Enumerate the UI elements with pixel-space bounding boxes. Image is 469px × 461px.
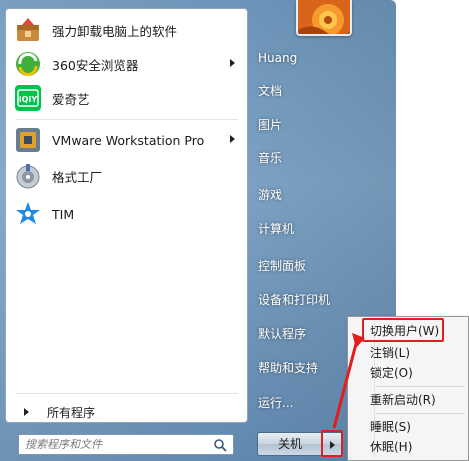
format-factory-icon xyxy=(12,160,44,192)
program-label: 360安全浏览器 xyxy=(52,57,139,73)
link-computer[interactable]: 计算机 xyxy=(258,219,294,239)
link-pictures[interactable]: 图片 xyxy=(258,115,282,135)
program-label: 强力卸载电脑上的软件 xyxy=(52,23,178,39)
annotation-box-shutdown-arrow xyxy=(321,430,343,457)
all-programs-button[interactable]: 所有程序 xyxy=(10,401,243,423)
separator xyxy=(16,119,238,120)
search-icon[interactable] xyxy=(213,438,227,452)
program-label: VMware Workstation Pro xyxy=(52,132,205,148)
menu-item-hibernate[interactable]: 休眠(H) xyxy=(370,437,412,457)
link-control-panel[interactable]: 控制面板 xyxy=(258,256,306,276)
program-label: 爱奇艺 xyxy=(52,91,90,107)
shutdown-button[interactable]: 关机 xyxy=(257,432,323,456)
menu-separator xyxy=(376,386,465,387)
tim-icon xyxy=(12,198,44,230)
submenu-arrow-icon[interactable] xyxy=(230,135,235,143)
link-default-programs[interactable]: 默认程序 xyxy=(258,324,306,344)
svg-text:iQIY: iQIY xyxy=(19,95,38,104)
search-input[interactable] xyxy=(25,435,213,454)
program-label: 格式工厂 xyxy=(52,169,103,185)
link-games[interactable]: 游戏 xyxy=(258,185,282,205)
link-help-support[interactable]: 帮助和支持 xyxy=(258,358,318,378)
all-programs-label: 所有程序 xyxy=(47,405,96,420)
link-devices-printers[interactable]: 设备和打印机 xyxy=(258,290,330,310)
link-music[interactable]: 音乐 xyxy=(258,148,282,168)
link-run[interactable]: 运行... xyxy=(258,393,293,413)
menu-item-log-off[interactable]: 注销(L) xyxy=(370,343,410,363)
submenu-arrow-icon[interactable] xyxy=(230,59,235,67)
flower-picture-icon xyxy=(298,0,350,34)
link-documents[interactable]: 文档 xyxy=(258,81,282,101)
menu-item-sleep[interactable]: 睡眠(S) xyxy=(370,417,411,437)
program-label: TIM xyxy=(52,206,75,222)
search-box[interactable] xyxy=(18,434,234,455)
program-item-360-browser[interactable]: 360安全浏览器 xyxy=(10,47,243,81)
program-item-tim[interactable]: TIM xyxy=(10,197,243,231)
menu-item-restart[interactable]: 重新启动(R) xyxy=(370,390,436,410)
annotation-box-switch-user xyxy=(362,318,444,342)
program-item-iqiyi[interactable]: iQIY 爱奇艺 xyxy=(10,81,243,115)
uninstaller-icon xyxy=(12,14,44,46)
menu-item-lock[interactable]: 锁定(O) xyxy=(370,363,413,383)
program-item-format-factory[interactable]: 格式工厂 xyxy=(10,159,243,193)
user-picture[interactable] xyxy=(296,0,352,36)
vmware-icon xyxy=(12,124,44,156)
link-user-folder[interactable]: Huang xyxy=(258,48,297,68)
menu-separator xyxy=(376,413,465,414)
360-browser-icon xyxy=(12,48,44,80)
program-item-vmware[interactable]: VMware Workstation Pro xyxy=(10,123,243,157)
expand-arrow-icon xyxy=(24,408,29,416)
programs-pane: 强力卸载电脑上的软件 360安全浏览器 iQIY 爱奇艺 VMware Work… xyxy=(5,8,248,423)
separator xyxy=(16,393,238,394)
iqiyi-icon: iQIY xyxy=(12,82,44,114)
program-item-uninstaller[interactable]: 强力卸载电脑上的软件 xyxy=(10,13,243,47)
